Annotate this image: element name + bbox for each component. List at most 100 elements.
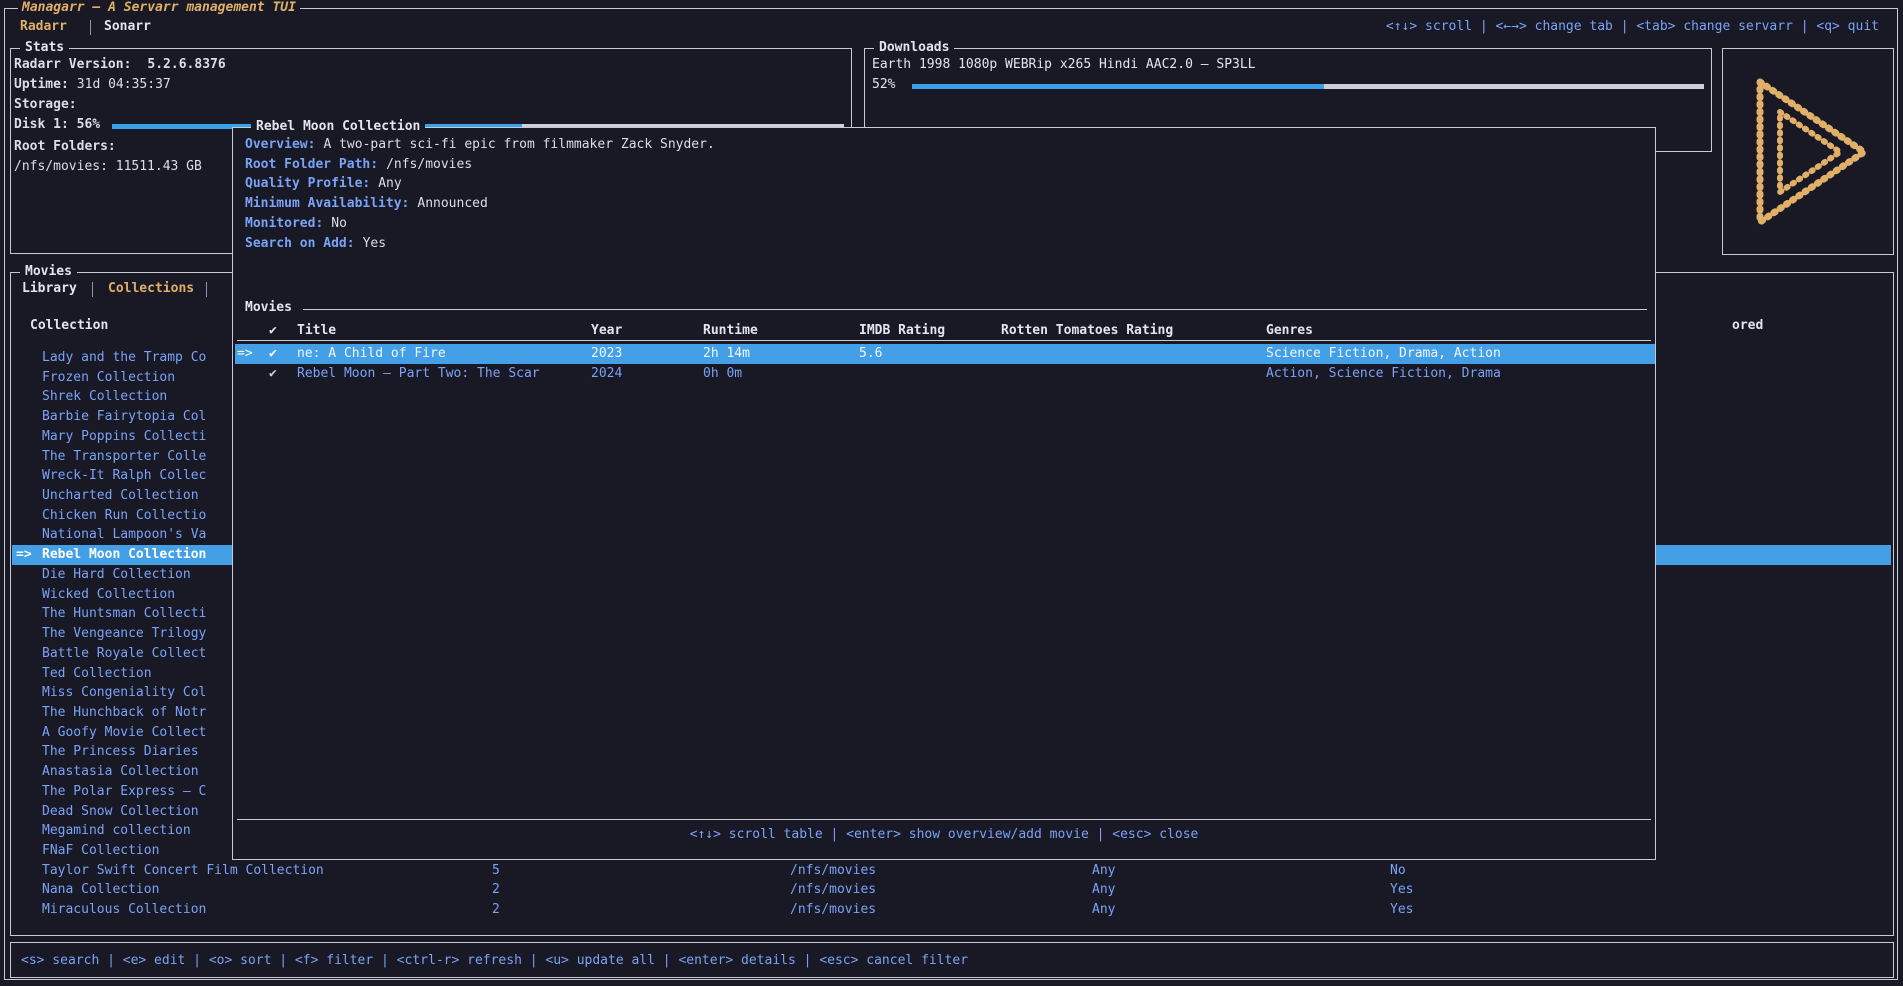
detail-field-label: Quality Profile: [245, 176, 370, 191]
collection-name: Frozen Collection [42, 368, 175, 388]
movie-runtime: 0h 0m [703, 364, 742, 384]
collection-movie-count: 2 [492, 900, 500, 920]
collection-movie-count: 5 [492, 861, 500, 881]
collection-row[interactable]: Nana Collection2/nfs/moviesAnyYes [12, 880, 1891, 900]
stat-version-value: 5.2.6.8376 [147, 57, 225, 72]
detail-field: Minimum Availability: Announced [245, 194, 715, 214]
tab-radarr[interactable]: Radarr [20, 19, 67, 35]
detail-field-value: Any [378, 176, 401, 191]
collection-name: A Goofy Movie Collect [42, 723, 206, 743]
logo-panel [1722, 48, 1894, 255]
movie-runtime: 2h 14m [703, 344, 750, 364]
footer-bar: <s> search | <e> edit | <o> sort | <f> f… [10, 942, 1894, 978]
year-column-header: Year [591, 321, 622, 341]
monitored-check-icon: ✔ [269, 344, 277, 364]
collection-name: Wicked Collection [42, 585, 175, 605]
movie-imdb-rating: 5.6 [859, 344, 882, 364]
collection-name: The Transporter Colle [42, 447, 206, 467]
collection-name: Dead Snow Collection [42, 802, 199, 822]
check-column-header: ✔ [269, 321, 277, 341]
stat-uptime-label: Uptime: [14, 77, 69, 92]
collection-details-popup: Rebel Moon Collection Overview:A two-par… [232, 127, 1656, 860]
collection-name: FNaF Collection [42, 841, 159, 861]
collection-name: The Polar Express – C [42, 782, 206, 802]
genres-column-header: Genres [1266, 321, 1313, 341]
movie-row[interactable]: => ✔ ne: A Child of Fire 2023 2h 14m 5.6 Scien… [235, 344, 1655, 364]
movie-year: 2023 [591, 344, 622, 364]
stat-uptime-value: 31d 04:35:37 [77, 77, 171, 92]
collection-name: National Lampoon's Va [42, 525, 206, 545]
detail-field-label: Root Folder Path: [245, 157, 378, 172]
stats-panel-title: Stats [20, 40, 69, 55]
detail-field-label: Overview: [245, 137, 315, 152]
collection-root-folder: /nfs/movies [790, 861, 876, 881]
runtime-column-header: Runtime [703, 321, 758, 341]
root-folder-value: /nfs/movies: 11511.43 GB [14, 159, 202, 175]
rotten-tomatoes-column-header: Rotten Tomatoes Rating [1001, 321, 1173, 341]
managarr-app: Managarr – A Servarr management TUI Rada… [0, 0, 1903, 986]
popup-movie-list: => ✔ ne: A Child of Fire 2023 2h 14m 5.6 Scien… [235, 344, 1655, 383]
collection-root-folder: /nfs/movies [790, 880, 876, 900]
download-item-title: Earth 1998 1080p WEBRip x265 Hindi AAC2.… [872, 57, 1256, 73]
detail-field: Overview: A two-part sci-fi epic from fil… [245, 135, 715, 155]
monitored-column-header-partial: ored [1732, 318, 1763, 334]
download-percent-label: 52% [872, 77, 895, 93]
movies-tab-divider-2 [206, 282, 207, 297]
bottom-keybind-hints: <s> search | <e> edit | <o> sort | <f> f… [21, 953, 968, 968]
collection-column-header: Collection [30, 318, 108, 334]
collection-movie-count: 2 [492, 880, 500, 900]
collection-name: Taylor Swift Concert Film Collection [42, 861, 324, 881]
movie-genres: Science Fiction, Drama, Action [1266, 344, 1501, 364]
popup-movies-header-rule [237, 340, 1651, 341]
collection-flag: Yes [1390, 880, 1413, 900]
movies-tab-divider [92, 282, 93, 297]
popup-footer-rule [237, 819, 1651, 820]
collection-root-folder: /nfs/movies [790, 900, 876, 920]
movie-row[interactable]: ✔Rebel Moon – Part Two: The Scar20240h 0… [235, 364, 1655, 384]
download-progress-bar [912, 84, 1704, 89]
selection-marker: => [16, 545, 32, 565]
movie-title: ne: A Child of Fire [297, 344, 446, 364]
stat-storage-label: Storage: [14, 97, 77, 113]
detail-field-label: Monitored: [245, 216, 323, 231]
app-title: Managarr – A Servarr management TUI [18, 0, 300, 16]
detail-field-label: Minimum Availability: [245, 196, 409, 211]
collection-name: Battle Royale Collect [42, 644, 206, 664]
collection-quality-profile: Any [1092, 861, 1115, 881]
detail-field: Root Folder Path:/nfs/movies [245, 155, 715, 175]
tab-divider [90, 20, 91, 35]
collection-name: The Princess Diaries [42, 742, 199, 762]
collection-flag: No [1390, 861, 1406, 881]
stat-uptime: Uptime: 31d 04:35:37 [14, 77, 171, 93]
monitored-check-icon: ✔ [269, 364, 277, 384]
disk-usage-label: Disk 1: 56% [14, 117, 100, 133]
detail-field: Search on Add:Yes [245, 234, 715, 254]
collection-quality-profile: Any [1092, 900, 1115, 920]
popup-title: Rebel Moon Collection [251, 119, 425, 134]
collection-name: The Vengeance Trilogy [42, 624, 206, 644]
collection-row[interactable]: Miraculous Collection2/nfs/moviesAnyYes [12, 900, 1891, 920]
downloads-panel-title: Downloads [874, 40, 954, 55]
detail-field-value: No [331, 216, 347, 231]
collection-name: Barbie Fairytopia Col [42, 407, 206, 427]
tab-sonarr[interactable]: Sonarr [104, 19, 151, 35]
collection-name: Chicken Run Collectio [42, 506, 206, 526]
collection-name: The Hunchback of Notr [42, 703, 206, 723]
popup-movies-title: Movies [245, 300, 292, 316]
popup-fields: Overview: A two-part sci-fi epic from fil… [245, 135, 715, 253]
collection-row[interactable]: Taylor Swift Concert Film Collection 5/nf… [12, 861, 1891, 881]
stat-version-label: Radarr Version: [14, 57, 131, 72]
collection-name: The Huntsman Collecti [42, 604, 206, 624]
detail-field-value: Announced [417, 196, 487, 211]
collection-name: Shrek Collection [42, 387, 167, 407]
collection-name: Anastasia Collection [42, 762, 199, 782]
selection-marker: => [237, 344, 253, 364]
popup-movies-header: ✔TitleYearRuntimeIMDB RatingRotten Tomat… [235, 321, 1655, 341]
detail-field-value: A two-part sci-fi epic from filmmaker Za… [323, 137, 714, 152]
detail-field-label: Search on Add: [245, 236, 355, 251]
collection-name: Megamind collection [42, 821, 191, 841]
tab-library[interactable]: Library [22, 281, 77, 297]
tab-collections[interactable]: Collections [108, 281, 194, 297]
movie-genres: Action, Science Fiction, Drama [1266, 364, 1501, 384]
collection-name: Wreck-It Ralph Collec [42, 466, 206, 486]
